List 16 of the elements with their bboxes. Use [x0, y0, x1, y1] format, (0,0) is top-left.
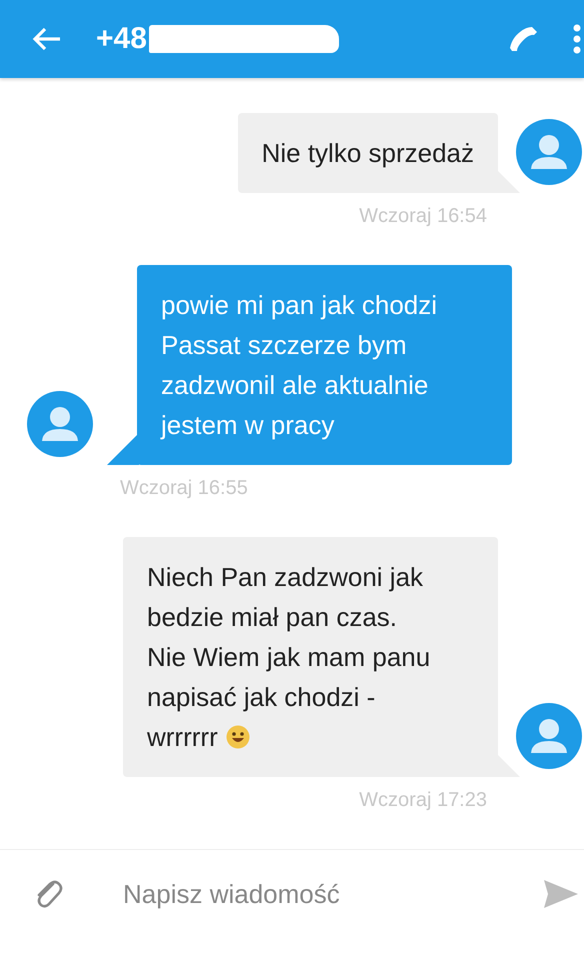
more-icon: [572, 24, 582, 54]
menu-button[interactable]: [572, 24, 582, 54]
back-button[interactable]: [32, 26, 62, 52]
message-text: Nie tylko sprzedaż: [262, 138, 474, 168]
avatar-icon: [516, 119, 582, 185]
send-button[interactable]: [544, 880, 578, 908]
avatar-icon: [27, 391, 93, 457]
send-icon: [544, 880, 578, 908]
message-text: Niech Pan zadzwoni jak bedzie miał pan czas. Nie Wiem jak mam panu napisać jak chodzi - wrrrrrr: [147, 562, 430, 752]
back-arrow-icon: [32, 26, 62, 52]
phone-icon: [508, 24, 538, 54]
avatar-icon: [516, 703, 582, 769]
message-text: powie mi pan jak chodzi Passat szczerze bym zadzwonil ale aktualnie jestem w pracy: [161, 290, 438, 440]
contact-number: +48: [96, 22, 147, 56]
call-button[interactable]: [508, 24, 538, 54]
message-input[interactable]: Napisz wiadomość: [121, 878, 544, 910]
